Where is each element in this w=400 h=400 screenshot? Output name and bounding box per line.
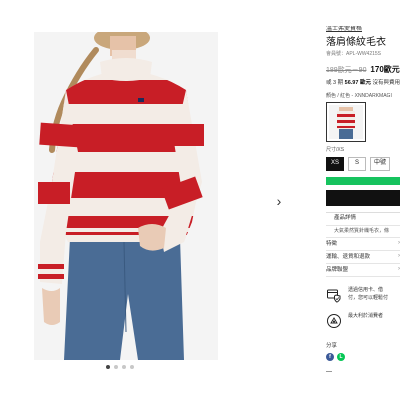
gallery-dot[interactable] (106, 365, 110, 369)
product-photo[interactable] (34, 32, 218, 360)
product-info-panel: 溫士弗愛寶格 落肩條紋毛衣 會員號：APL-WW4215S 189歐元－90 1… (326, 26, 400, 400)
details-row-label: 特徵 (326, 240, 338, 247)
security-shield-icon (327, 289, 341, 303)
gallery-pagination (106, 365, 134, 369)
details-row-shipping-returns[interactable]: 運輸、退貨和退款 › (326, 251, 400, 265)
size-selector: XS S 中號 (326, 156, 400, 171)
size-option-m[interactable]: 中號 (370, 156, 391, 171)
product-description: 大氣柔然質針織毛衣，條 (326, 226, 400, 239)
gallery-dot[interactable] (122, 365, 126, 369)
next-image-arrow-icon[interactable]: › (270, 192, 288, 210)
brand-link[interactable]: 溫士弗愛寶格 (326, 26, 400, 34)
service-line: 透過信用卡、借 (348, 287, 384, 294)
product-sku: 會員號：APL-WW4215S (326, 50, 382, 57)
installment-info: 或 3 期 56.97 歐元 沒有與費用 (326, 80, 400, 87)
swatch-thumbnail (329, 105, 363, 140)
installment-prefix: 或 3 期 (326, 79, 344, 86)
facebook-share-icon[interactable]: f (326, 353, 334, 362)
product-gallery: › (0, 0, 290, 400)
swatch-sweater-image (329, 105, 363, 140)
details-row-label: 產品詳情 (334, 215, 357, 222)
details-row-brand-alliance[interactable]: 品牌聯盟 › (326, 264, 400, 278)
size-option-s[interactable]: S (348, 156, 366, 171)
installment-suffix: 沒有與費用 (372, 79, 400, 86)
color-label: 顏色 / 紅色 - XNNDARKMAGI (326, 92, 392, 99)
size-label: 尺寸/XS (326, 147, 345, 154)
service-line: 付，您可以輕鬆付 (348, 294, 389, 301)
gallery-dot[interactable] (114, 365, 118, 369)
recycle-bag-icon (327, 314, 341, 329)
service-item-payment: 透過信用卡、借 付，您可以輕鬆付 (326, 287, 400, 303)
divider (326, 371, 332, 373)
share-icons: f L (326, 353, 400, 362)
color-swatch-selected[interactable] (326, 102, 366, 143)
buy-now-button[interactable] (326, 189, 400, 206)
service-text: 最大利於消費者 (348, 313, 383, 321)
share-label: 分享 (326, 343, 338, 350)
details-row-features[interactable]: 特徵 › (326, 238, 400, 252)
details-row-label: 品牌聯盟 (326, 266, 349, 273)
details-row-label: 運輸、退貨和退款 (326, 253, 371, 260)
line-share-icon[interactable]: L (337, 353, 345, 362)
details-row-product-details[interactable]: 產品詳情 (326, 213, 400, 226)
gallery-dot[interactable] (130, 365, 134, 369)
service-line: 最大利於消費者 (348, 313, 384, 320)
original-price: 189歐元－90 (326, 67, 367, 75)
product-title: 落肩條紋毛衣 (326, 36, 386, 48)
size-option-xs[interactable]: XS (326, 156, 344, 171)
add-to-cart-button[interactable] (326, 176, 400, 185)
service-item-recycle: 最大利於消費者 (326, 313, 400, 329)
product-details-accordion: 產品詳情 大氣柔然質針織毛衣，條 特徵 › 運輸、退貨和退款 › 品牌聯盟 › (326, 211, 400, 278)
installment-amount: 56.97 歐元 (344, 79, 371, 86)
service-text: 透過信用卡、借 付，您可以輕鬆付 (348, 287, 388, 302)
model-wearing-striped-sweater-image (34, 32, 218, 360)
sale-price: 170歐元 (370, 65, 400, 75)
price-row: 189歐元－90 170歐元 (326, 65, 400, 75)
